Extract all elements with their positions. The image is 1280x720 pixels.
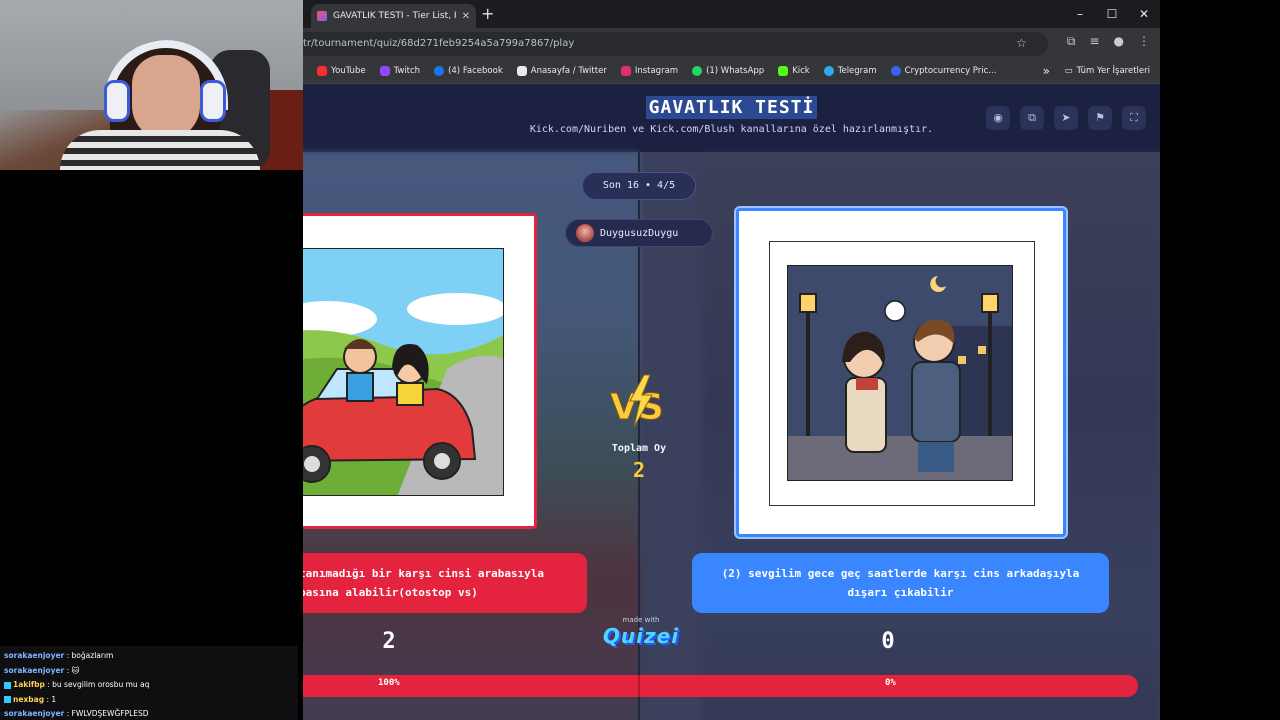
chat-badge-icon bbox=[4, 696, 11, 703]
made-with-quizei[interactable]: made with Quizei bbox=[601, 616, 681, 648]
close-window-button[interactable]: ✕ bbox=[1128, 0, 1160, 28]
new-tab-button[interactable]: + bbox=[481, 4, 494, 24]
versus-icon: VS bbox=[610, 374, 664, 429]
extensions-icon[interactable]: ⧉ bbox=[1067, 34, 1076, 49]
webcam-feed bbox=[0, 0, 303, 170]
chat-message: sorakaenjoyer : boğazlarım bbox=[4, 651, 114, 660]
total-votes-label: Toplam Oy bbox=[611, 443, 667, 454]
fullscreen-icon[interactable]: ⛶ bbox=[1122, 106, 1146, 130]
option-card-left[interactable] bbox=[303, 213, 537, 529]
bookmark-kick[interactable]: Kick bbox=[778, 65, 810, 76]
avatar bbox=[576, 224, 594, 242]
tab-title: GAVATLIK TESTİ - Tier List, Kör bbox=[333, 11, 456, 21]
total-votes-value: 2 bbox=[632, 458, 646, 482]
all-bookmarks-button[interactable]: ▭ Tüm Yer İşaretleri bbox=[1065, 66, 1150, 76]
stream-chat-overlay: sorakaenjoyer : boğazlarım sorakaenjoyer… bbox=[0, 646, 298, 720]
folder-icon: ▭ bbox=[1064, 65, 1073, 76]
bookmark-twitch[interactable]: Twitch bbox=[379, 65, 420, 76]
quiz-page: GAVATLIK TESTİ Kick.com/Nuriben ve Kick.… bbox=[303, 84, 1160, 720]
made-with-label: made with bbox=[622, 616, 660, 624]
night-walk-illustration bbox=[787, 265, 1013, 481]
bookmarks-more-button[interactable]: » bbox=[1043, 64, 1050, 78]
option-button-right[interactable]: (2) sevgilim gece geç saatlerde karşı ci… bbox=[692, 553, 1109, 613]
bookmark-whatsapp[interactable]: (1) WhatsApp bbox=[692, 65, 764, 76]
x-icon bbox=[516, 65, 527, 76]
bookmarks-bar: YouTube Twitch (4) Facebook Anasayfa / T… bbox=[303, 58, 1160, 84]
media-icon[interactable]: ≡ bbox=[1089, 34, 1099, 49]
instagram-icon bbox=[620, 65, 631, 76]
chat-message: nexbag : 1 bbox=[4, 693, 294, 708]
chat-message: sorakaenjoyer : FWLVDŞEWĞFPLESD bbox=[4, 709, 149, 718]
chat-badge-icon bbox=[4, 681, 11, 689]
kick-icon bbox=[778, 65, 789, 76]
chat-message: sorakaenjoyer : 🐱 bbox=[4, 665, 80, 675]
bookmark-star-icon[interactable]: ☆ bbox=[1016, 36, 1027, 50]
round-indicator: Son 16 • 4/5 bbox=[582, 172, 696, 200]
twitch-icon bbox=[379, 65, 390, 76]
screen: GAVATLIK TESTİ - Tier List, Kör ✕ + – ☐ … bbox=[0, 0, 1280, 720]
toolbar-icons: ⧉ ≡ ● ⋮ bbox=[1067, 34, 1150, 49]
player-name: DuygusuzDuygu bbox=[600, 227, 679, 239]
bookmark-instagram[interactable]: Instagram bbox=[620, 65, 678, 76]
youtube-icon bbox=[317, 65, 327, 76]
bookmark-facebook[interactable]: (4) Facebook bbox=[434, 65, 503, 76]
address-bar-row: tr/tournament/quiz/68d271feb9254a5a799a7… bbox=[303, 28, 1160, 58]
profile-icon[interactable]: ● bbox=[1114, 34, 1124, 49]
bookmark-telegram[interactable]: Telegram bbox=[823, 65, 877, 76]
car-illustration bbox=[303, 248, 504, 496]
left-percent-label: 100% bbox=[378, 678, 400, 688]
chat-message: 1akifbp : bu sevgilim orosbu mu aq bbox=[4, 678, 294, 693]
bookmark-coinmarketcap[interactable]: Cryptocurrency Pric... bbox=[890, 65, 996, 76]
quiz-title: GAVATLIK TESTİ bbox=[645, 96, 818, 119]
send-icon[interactable]: ➤ bbox=[1054, 106, 1078, 130]
option-button-left[interactable]: (1) sevgilim tanımadığı bir karşı cinsi … bbox=[303, 553, 587, 613]
tab-bar: GAVATLIK TESTİ - Tier List, Kör ✕ + – ☐ … bbox=[303, 0, 1160, 28]
quiz-header: GAVATLIK TESTİ Kick.com/Nuriben ve Kick.… bbox=[303, 84, 1160, 152]
option-card-right[interactable] bbox=[736, 208, 1066, 537]
tab-favicon-icon bbox=[317, 11, 327, 21]
right-margin bbox=[1160, 0, 1280, 720]
player-badge: DuygusuzDuygu bbox=[565, 219, 713, 247]
coinmarketcap-icon bbox=[890, 65, 901, 76]
minimize-button[interactable]: – bbox=[1064, 0, 1096, 28]
bookmark-youtube[interactable]: YouTube bbox=[317, 65, 366, 76]
url-field[interactable]: tr/tournament/quiz/68d271feb9254a5a799a7… bbox=[303, 32, 1048, 56]
flag-icon[interactable]: ⚑ bbox=[1088, 106, 1112, 130]
bookmark-twitter[interactable]: Anasayfa / Twitter bbox=[516, 65, 607, 76]
browser-window: GAVATLIK TESTİ - Tier List, Kör ✕ + – ☐ … bbox=[303, 0, 1160, 720]
window-controls: – ☐ ✕ bbox=[1064, 0, 1160, 28]
eye-icon[interactable]: ◉ bbox=[986, 106, 1010, 130]
telegram-icon bbox=[823, 65, 834, 76]
tab-close-icon[interactable]: ✕ bbox=[462, 11, 470, 22]
header-actions: ◉ ⧉ ➤ ⚑ ⛶ bbox=[986, 106, 1146, 130]
progress-midline bbox=[638, 675, 640, 697]
maximize-button[interactable]: ☐ bbox=[1096, 0, 1128, 28]
share-icon[interactable]: ⧉ bbox=[1020, 106, 1044, 130]
whatsapp-icon bbox=[692, 65, 703, 76]
score-left: 2 bbox=[382, 629, 396, 654]
quizei-logo: Quizei bbox=[602, 624, 680, 648]
right-percent-label: 0% bbox=[885, 678, 896, 688]
browser-tab[interactable]: GAVATLIK TESTİ - Tier List, Kör ✕ bbox=[311, 4, 476, 28]
menu-icon[interactable]: ⋮ bbox=[1138, 34, 1150, 49]
match-arena: Son 16 • 4/5 DuygusuzDuygu VS Toplam Oy … bbox=[303, 152, 1160, 720]
vote-progress-fill bbox=[303, 675, 1138, 697]
score-right: 0 bbox=[881, 629, 895, 654]
facebook-icon bbox=[434, 65, 445, 76]
vote-progress-bar: 100% 0% bbox=[303, 675, 1138, 697]
